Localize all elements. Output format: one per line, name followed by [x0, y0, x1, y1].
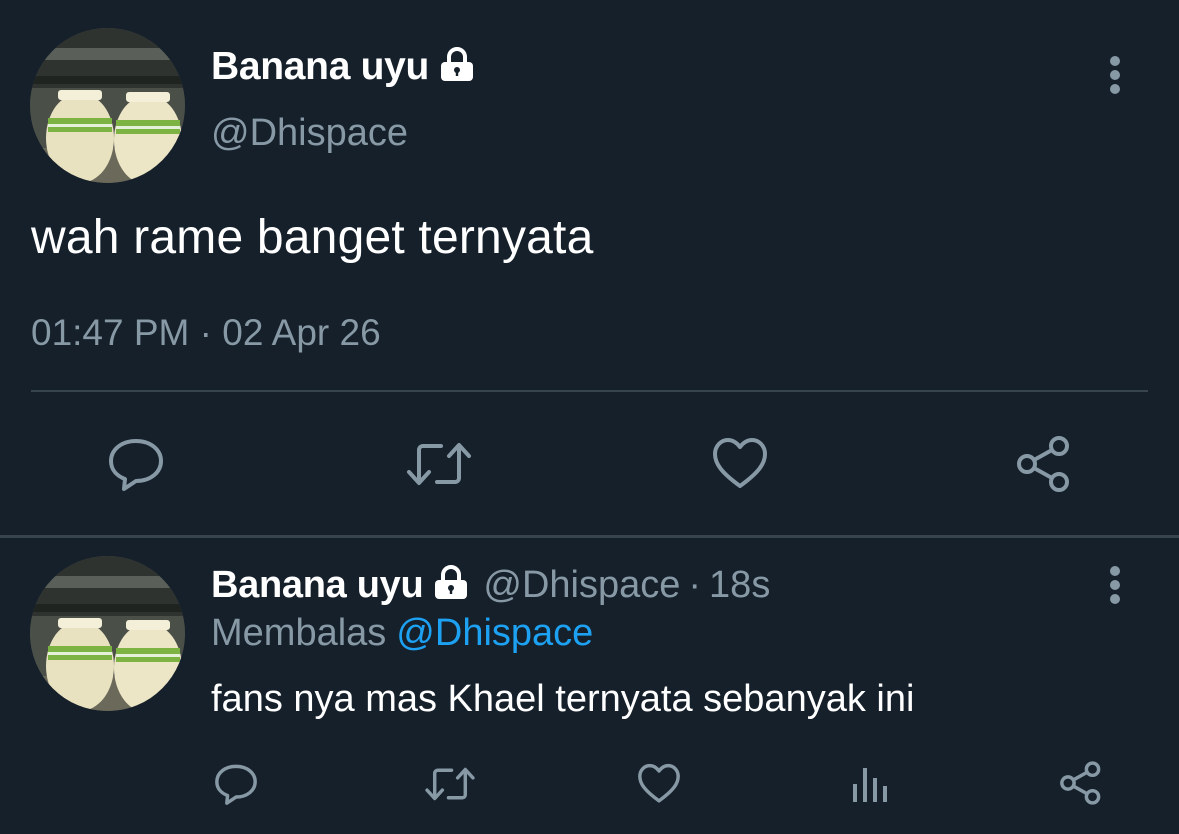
stats-icon[interactable]: [850, 762, 890, 811]
share-icon[interactable]: [1013, 434, 1075, 499]
tweet-text: wah rame banget ternyata: [31, 211, 594, 264]
main-tweet: Banana uyu @Dhispace wah rame banget ter…: [0, 0, 1179, 536]
share-icon[interactable]: [1057, 760, 1105, 811]
reply-header: Banana uyu @Dhispace · 18s: [211, 562, 770, 608]
display-name[interactable]: Banana uyu: [211, 564, 424, 607]
replying-to-link[interactable]: @Dhispace: [396, 612, 593, 654]
author-name-row[interactable]: Banana uyu: [211, 44, 477, 90]
relative-time: 18s: [709, 563, 771, 606]
reply-icon[interactable]: [106, 436, 166, 497]
reply-text: fans nya mas Khael ternyata sebanyak ini: [211, 678, 915, 720]
divider: [31, 390, 1148, 392]
tweet-detail-page: Banana uyu @Dhispace wah rame banget ter…: [0, 0, 1179, 834]
tweet-time: 01:47 PM: [31, 312, 190, 353]
avatar-image: [30, 28, 185, 183]
avatar[interactable]: [30, 28, 185, 183]
replying-label: Membalas: [211, 612, 387, 654]
replying-to-row: Membalas @Dhispace: [211, 612, 593, 655]
lock-icon: [431, 564, 471, 606]
tweet-timestamp: 01:47 PM · 02 Apr 26: [31, 312, 381, 354]
author-handle[interactable]: @Dhispace: [483, 564, 680, 607]
more-vertical-icon[interactable]: [1100, 564, 1130, 613]
avatar[interactable]: [30, 556, 185, 711]
header-separator: ·: [688, 563, 702, 606]
retweet-icon[interactable]: [405, 436, 473, 497]
tweet-date: 02 Apr 26: [222, 312, 381, 353]
section-divider: [0, 535, 1179, 538]
display-name[interactable]: Banana uyu: [211, 45, 429, 89]
more-vertical-icon[interactable]: [1100, 54, 1130, 103]
avatar-image: [30, 556, 185, 711]
lock-icon: [437, 46, 477, 88]
like-icon[interactable]: [636, 762, 682, 811]
author-handle[interactable]: @Dhispace: [211, 112, 408, 155]
timestamp-separator: ·: [199, 312, 212, 353]
retweet-icon[interactable]: [424, 762, 476, 811]
like-icon[interactable]: [710, 436, 770, 497]
reply-icon[interactable]: [213, 762, 259, 811]
